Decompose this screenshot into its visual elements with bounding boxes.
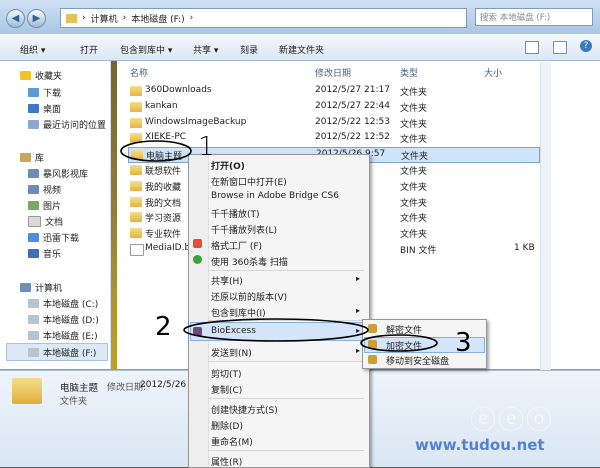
annotation-circle-2 (183, 318, 369, 342)
annotation-number-3: 3 (455, 328, 472, 358)
annotation-layer (120, 140, 438, 352)
annotation-circle-3 (360, 334, 438, 352)
annotation-number-2: 2 (155, 312, 172, 342)
annotation-number-1: 1 (198, 132, 215, 162)
watermark-url: www.tudou.net (415, 436, 545, 454)
annotation-circle-1 (120, 140, 192, 162)
watermark-logo: ⓔⓔⓞ (470, 406, 555, 436)
